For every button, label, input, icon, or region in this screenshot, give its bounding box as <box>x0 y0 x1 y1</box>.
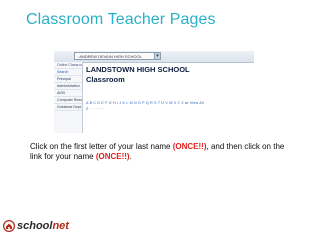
sidebar-item-principal[interactable]: Principal <box>54 76 82 83</box>
school-select-dropdown[interactable]: · ANDREW DEVAIN HIGH SCHOOL <box>74 52 156 60</box>
instructions-emphasis-1: (ONCE!!) <box>172 142 207 151</box>
sidebar-item-guidance[interactable]: Guidance Dept. <box>54 104 82 111</box>
sidebar-item-avid[interactable]: AVID <box>54 90 82 97</box>
alphabet-or-text: or <box>185 101 189 105</box>
instructions-emphasis-2: (ONCE!!) <box>95 152 130 161</box>
sidebar: Online Classroom Search Principal Admini… <box>54 62 83 133</box>
logo-brand-suffix: net <box>52 220 69 232</box>
sidebar-item-search[interactable]: Search <box>54 69 82 76</box>
school-subtitle: Classroom <box>86 75 125 84</box>
school-name-heading: LANDSTOWN HIGH SCHOOL <box>86 65 190 74</box>
instructions-part-1: Click on the first letter of your last n… <box>30 142 173 151</box>
dropdown-arrow-icon[interactable]: ▾ <box>154 52 161 60</box>
instructions-part-3: . <box>129 152 132 161</box>
alphabet-row-2: Z · · · · · · · <box>86 107 104 111</box>
logo-brand: school <box>17 220 53 232</box>
top-bar: · ANDREW DEVAIN HIGH SCHOOL ▾ <box>54 51 254 63</box>
alphabet-index: A B C D E F G H I J K L M N O P Q R S T … <box>86 100 254 106</box>
schoolnet-logo: schoolnet <box>3 219 73 235</box>
slide-title: Classroom Teacher Pages <box>26 11 216 28</box>
website-screenshot: · ANDREW DEVAIN HIGH SCHOOL ▾ Online Cla… <box>54 51 254 133</box>
alphabet-letter-links[interactable]: A B C D E F G H I J K L M N O P Q R S T … <box>86 101 184 105</box>
sidebar-item-online-classroom[interactable]: Online Classroom <box>54 62 82 69</box>
logo-wordmark: schoolnet <box>17 219 69 233</box>
view-all-link[interactable]: View All <box>190 101 204 105</box>
sidebar-item-administration[interactable]: Administration <box>54 83 82 90</box>
instructions-text: Click on the first letter of your last n… <box>30 142 292 162</box>
sidebar-item-computer-resources[interactable]: Computer Resources <box>54 97 82 104</box>
schoolnet-house-logo-icon <box>3 220 15 232</box>
